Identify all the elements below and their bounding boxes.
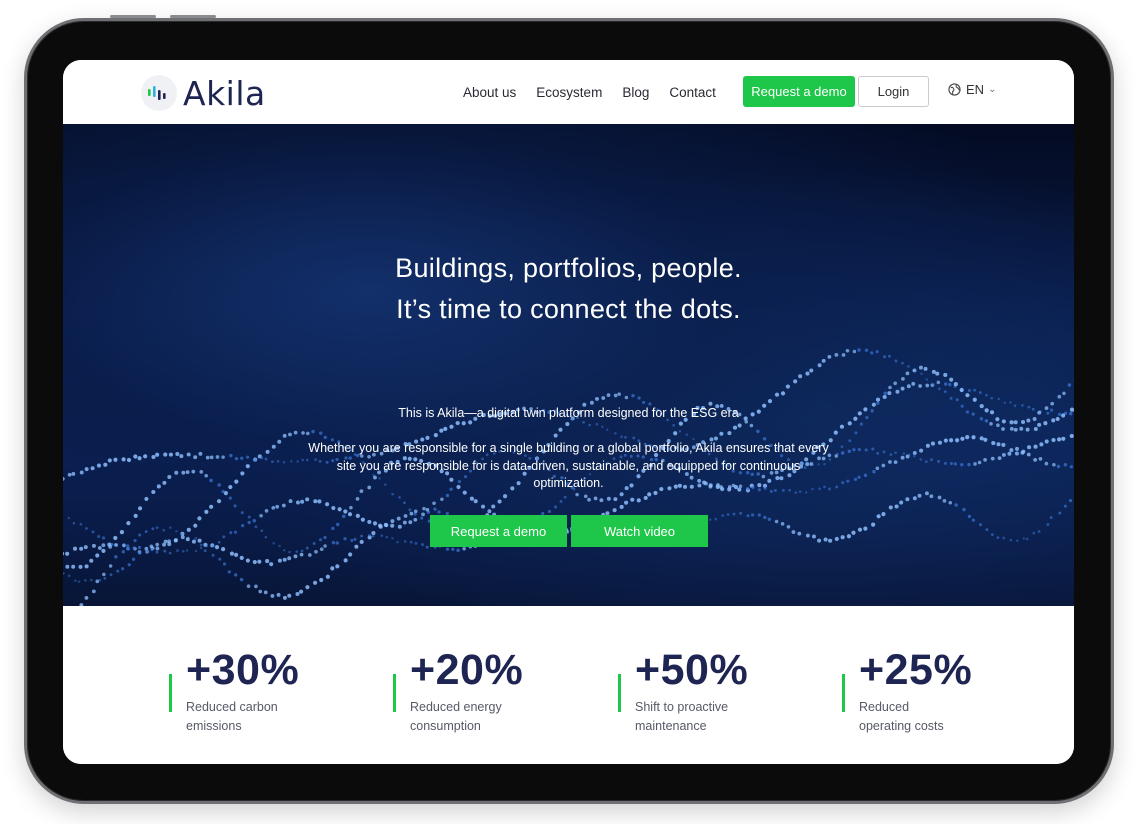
stats-section: +30% Reduced carbon emissions +20% Reduc… [63,606,1074,764]
top-navbar: Akila About us Ecosystem Blog Contact Re… [63,60,1074,124]
brand-name: Akila [183,73,266,113]
stat-label: Reduced operating costs [859,700,944,733]
hero-tagline: This is Akila—a digital twin platform de… [398,406,739,420]
hero-title-line-1: Buildings, portfolios, people. [395,253,742,283]
browser-screen: Akila About us Ecosystem Blog Contact Re… [63,60,1074,764]
hero-title-line-2: It’s time to connect the dots. [396,294,741,324]
akila-logo[interactable]: Akila [141,73,266,113]
stat-value: +30% [186,646,300,694]
stat-accent-bar [618,674,621,712]
nav-link-contact[interactable]: Contact [669,85,716,100]
tablet-top-button-2 [170,15,216,18]
nav-links: About us Ecosystem Blog Contact [463,60,736,124]
stat-label: Shift to proactive maintenance [635,700,729,733]
tablet-top-button-1 [110,15,156,18]
hero-description: Whether you are responsible for a single… [308,441,829,490]
stat-accent-bar [842,674,845,712]
nav-request-demo-button[interactable]: Request a demo [743,76,855,107]
language-label: EN [966,82,985,97]
hero-request-demo-button[interactable]: Request a demo [430,515,567,547]
watch-video-button[interactable]: Watch video [571,515,708,547]
stat-accent-bar [169,674,172,712]
language-selector[interactable]: EN ⌄ [948,82,996,97]
particle-wave-background [63,348,1074,606]
hero-section: Buildings, portfolios, people. It’s time… [63,124,1074,606]
nav-link-ecosystem[interactable]: Ecosystem [536,85,602,100]
stat-value: +20% [410,646,524,694]
nav-link-blog[interactable]: Blog [622,85,649,100]
stat-label: Reduced carbon emissions [186,700,278,733]
stat-accent-bar [393,674,396,712]
nav-link-about-us[interactable]: About us [463,85,516,100]
hero-title: Buildings, portfolios, people. It’s time… [63,248,1074,330]
stat-value: +50% [635,646,749,694]
stat-value: +25% [859,646,973,694]
globe-icon [948,83,961,96]
chevron-down-icon: ⌄ [988,84,997,95]
login-button[interactable]: Login [858,76,929,107]
akila-logo-icon [141,75,177,111]
stat-label: Reduced energy consumption [410,700,502,733]
